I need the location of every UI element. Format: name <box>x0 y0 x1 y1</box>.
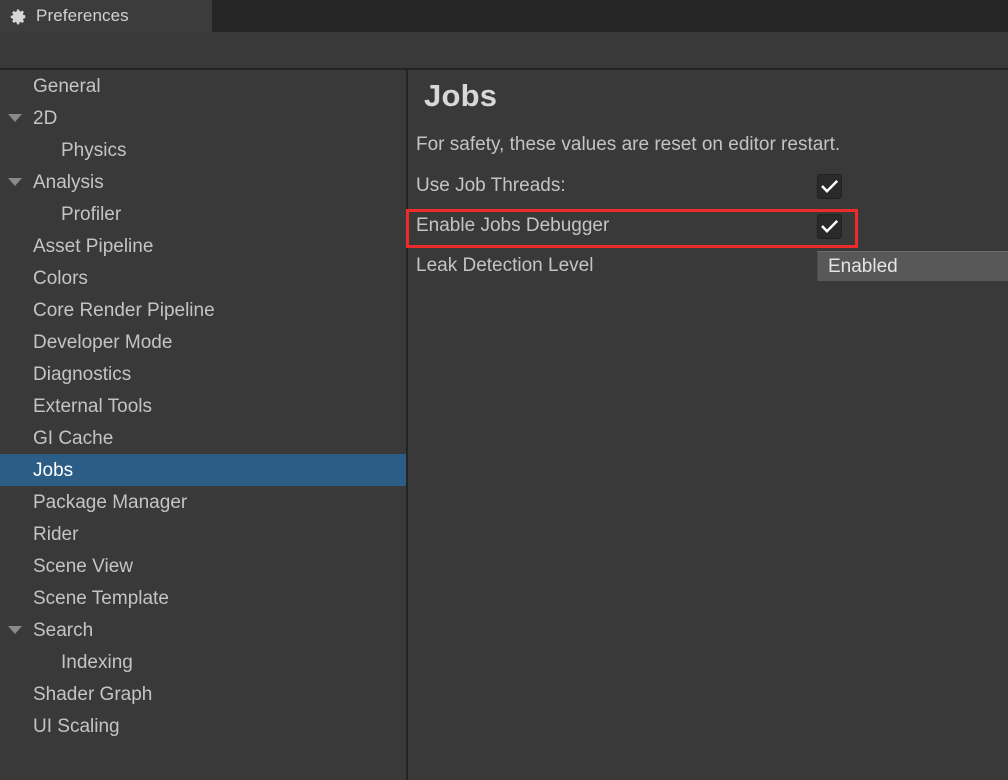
dropdown-value: Enabled <box>828 255 898 277</box>
sidebar-item-gi-cache[interactable]: GI Cache <box>0 422 406 454</box>
checkmark-icon <box>821 179 839 193</box>
row-label: Enable Jobs Debugger <box>416 215 610 236</box>
sidebar-item-physics[interactable]: Physics <box>0 134 406 166</box>
sidebar-item-developer-mode[interactable]: Developer Mode <box>0 326 406 358</box>
chevron-down-icon[interactable] <box>8 626 22 634</box>
sidebar-item-label: Physics <box>61 139 127 161</box>
sidebar-item-label: Analysis <box>33 171 104 193</box>
sidebar-item-asset-pipeline[interactable]: Asset Pipeline <box>0 230 406 262</box>
sidebar-item-label: Core Render Pipeline <box>33 299 215 321</box>
sidebar-item-label: Diagnostics <box>33 363 132 385</box>
sidebar-item-label: Jobs <box>33 459 74 481</box>
chevron-down-icon[interactable] <box>8 114 22 122</box>
sidebar-item-label: 2D <box>33 107 58 129</box>
sidebar-item-indexing[interactable]: Indexing <box>0 646 406 678</box>
sidebar-item-label: Developer Mode <box>33 331 173 353</box>
sidebar-item-shader-graph[interactable]: Shader Graph <box>0 678 406 710</box>
sidebar-item-label: Shader Graph <box>33 683 153 705</box>
sidebar-item-label: Scene View <box>33 555 133 577</box>
sidebar-item-label: External Tools <box>33 395 152 417</box>
sidebar-item-colors[interactable]: Colors <box>0 262 406 294</box>
leak-detection-level-dropdown[interactable]: Enabled <box>817 251 1008 281</box>
sidebar-item-diagnostics[interactable]: Diagnostics <box>0 358 406 390</box>
sidebar-item-label: Asset Pipeline <box>33 235 154 257</box>
sidebar-item-ui-scaling[interactable]: UI Scaling <box>0 710 406 742</box>
tab-label: Preferences <box>36 6 129 25</box>
content-area: General 2D Physics Analysis Profiler Asset Pi… <box>0 70 1008 780</box>
panel-note: For safety, these values are reset on ed… <box>416 134 841 155</box>
sidebar-item-label: UI Scaling <box>33 715 120 737</box>
chevron-down-icon[interactable] <box>8 178 22 186</box>
sidebar-item-label: GI Cache <box>33 427 114 449</box>
sidebar-item-rider[interactable]: Rider <box>0 518 406 550</box>
sidebar-item-label: Search <box>33 619 94 641</box>
use-job-threads-checkbox[interactable] <box>817 173 842 199</box>
sidebar-item-scene-view[interactable]: Scene View <box>0 550 406 582</box>
sidebar-item-label: Rider <box>33 523 79 545</box>
sidebar-item-scene-template[interactable]: Scene Template <box>0 582 406 614</box>
page-title: Jobs <box>424 78 498 113</box>
sidebar-item-core-render-pipeline[interactable]: Core Render Pipeline <box>0 294 406 326</box>
settings-panel: Jobs For safety, these values are reset … <box>408 70 1008 780</box>
sidebar-item-general[interactable]: General <box>0 70 406 102</box>
row-label: Leak Detection Level <box>416 255 594 276</box>
sidebar-item-search[interactable]: Search <box>0 614 406 646</box>
settings-tree[interactable]: General 2D Physics Analysis Profiler Asset Pi… <box>0 70 406 780</box>
tab-preferences[interactable]: Preferences <box>0 0 212 32</box>
sidebar-item-external-tools[interactable]: External Tools <box>0 390 406 422</box>
preferences-window: Preferences General 2D Physics Analysis Prof… <box>0 0 1008 780</box>
sidebar-item-package-manager[interactable]: Package Manager <box>0 486 406 518</box>
sidebar-item-2d[interactable]: 2D <box>0 102 406 134</box>
tab-bar: Preferences <box>0 0 1008 70</box>
sidebar-item-label: Indexing <box>61 651 133 673</box>
sidebar-item-profiler[interactable]: Profiler <box>0 198 406 230</box>
row-leak-detection-level: Leak Detection Level Enabled <box>408 248 1008 284</box>
sidebar-item-label: Profiler <box>61 203 122 225</box>
sidebar-item-label: Scene Template <box>33 587 169 609</box>
tab-bar-empty-strip <box>212 0 1008 32</box>
gear-icon <box>10 9 26 24</box>
row-use-job-threads: Use Job Threads: <box>408 168 1008 204</box>
enable-jobs-debugger-checkbox[interactable] <box>817 213 842 239</box>
row-enable-jobs-debugger: Enable Jobs Debugger <box>408 208 1008 244</box>
sidebar-item-label: Colors <box>33 267 88 289</box>
sidebar-item-jobs[interactable]: Jobs <box>0 454 406 486</box>
sidebar-item-label: General <box>33 75 101 97</box>
row-label: Use Job Threads: <box>416 175 566 196</box>
sidebar-item-analysis[interactable]: Analysis <box>0 166 406 198</box>
sidebar-item-label: Package Manager <box>33 491 188 513</box>
checkmark-icon <box>821 219 839 233</box>
